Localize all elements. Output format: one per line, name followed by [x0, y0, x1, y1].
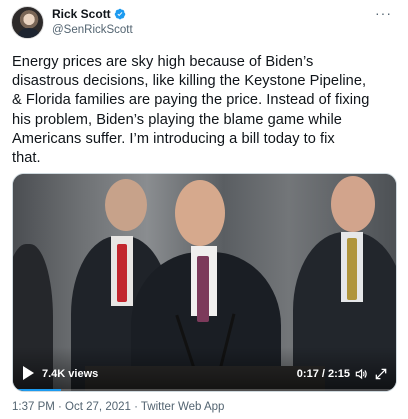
progress-track[interactable] — [13, 389, 396, 391]
verified-badge-icon — [114, 8, 125, 20]
volume-icon[interactable] — [354, 367, 368, 381]
tweet-text: Energy prices are sky high because of Bi… — [12, 54, 370, 167]
tweet-timestamp[interactable]: 1:37 PM · Oct 27, 2021 · Twitter Web App — [12, 401, 224, 413]
tweet-card: Rick Scott @SenRickScott ··· Energy pric… — [0, 0, 408, 419]
handle[interactable]: @SenRickScott — [52, 24, 133, 36]
avatar[interactable] — [11, 6, 44, 39]
author-block[interactable]: Rick Scott @SenRickScott — [52, 7, 133, 36]
display-name-row: Rick Scott — [52, 7, 133, 21]
fullscreen-icon[interactable] — [374, 367, 388, 381]
video-time: 0:17 / 2:15 — [296, 368, 350, 380]
display-name[interactable]: Rick Scott — [52, 7, 111, 21]
progress-fill — [13, 389, 62, 391]
more-options-icon[interactable]: ··· — [375, 6, 392, 20]
video-player[interactable]: 7.4K views 0:17 / 2:15 — [12, 173, 397, 392]
view-count: 7.4K views — [42, 368, 99, 380]
play-icon[interactable] — [23, 366, 34, 380]
